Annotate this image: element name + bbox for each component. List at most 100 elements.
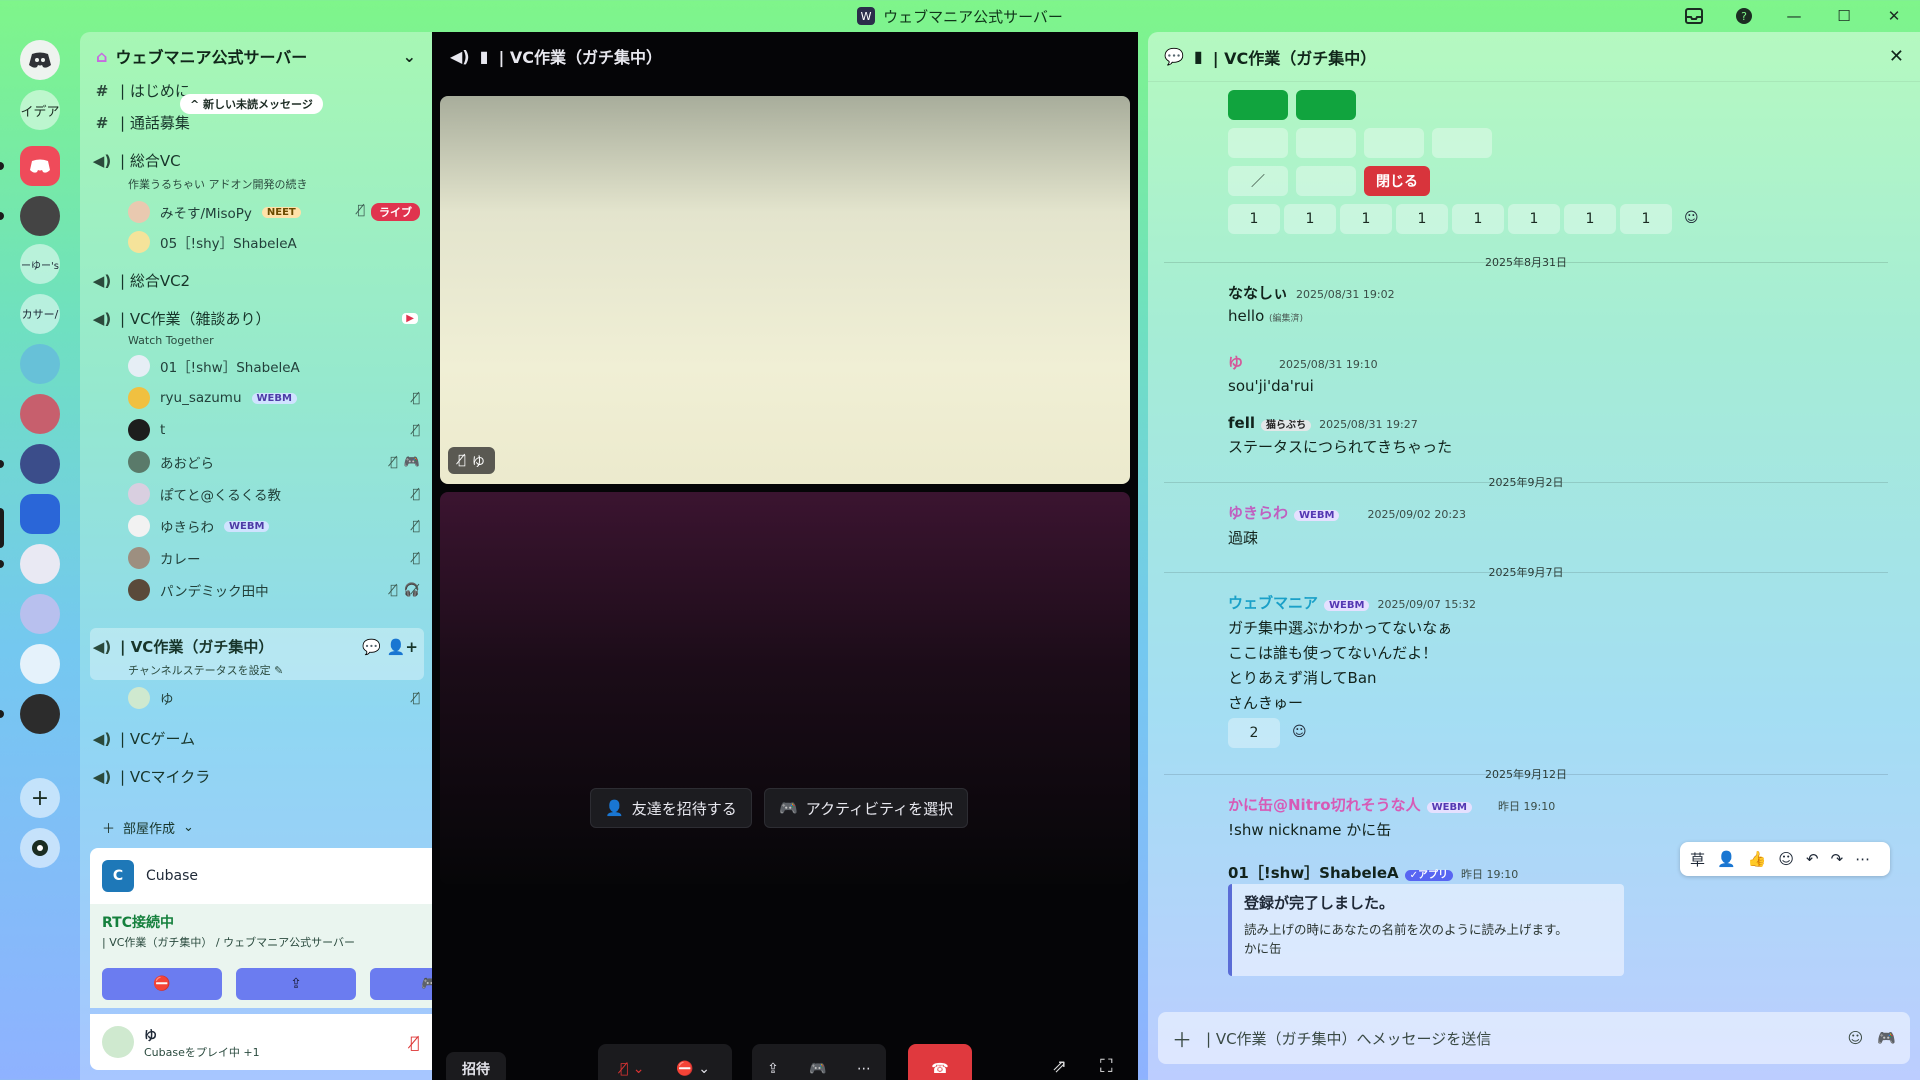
component-button[interactable] bbox=[1296, 128, 1356, 158]
server-header[interactable]: ⌂ ウェブマニア公式サーバー ⌄ bbox=[80, 32, 432, 80]
channel-vc-game[interactable]: ◀) | VCゲーム bbox=[92, 728, 418, 749]
component-button[interactable] bbox=[1228, 90, 1288, 120]
mic-muted-icon: 🎙̸ bbox=[412, 486, 420, 502]
reaction-count[interactable]: 1 bbox=[1284, 204, 1336, 234]
add-server-icon[interactable]: + bbox=[20, 778, 60, 818]
server-avatar-5[interactable] bbox=[20, 544, 60, 584]
discord-home-icon[interactable] bbox=[20, 40, 60, 80]
server-avatar-8[interactable] bbox=[20, 694, 60, 734]
mute-icon[interactable]: 🎙̸ bbox=[410, 1033, 420, 1052]
voice-user[interactable]: t 🎙̸ bbox=[128, 416, 420, 444]
reaction-count[interactable]: 1 bbox=[1396, 204, 1448, 234]
popout-icon[interactable]: ⇗ bbox=[1052, 1056, 1067, 1077]
voice-user[interactable]: ryu_sazumu WEBM 🎙̸ bbox=[128, 384, 420, 412]
add-reaction-icon[interactable]: ☺ bbox=[1684, 210, 1699, 226]
server-avatar-6[interactable] bbox=[20, 594, 60, 634]
add-attachment-icon[interactable]: ＋ bbox=[1172, 1024, 1192, 1053]
component-button[interactable] bbox=[1296, 90, 1356, 120]
voice-user-self[interactable]: ゆ 🎙̸ bbox=[128, 684, 420, 712]
voice-user[interactable]: あおどら 🎙̸ 🎮 bbox=[128, 448, 420, 476]
voice-user[interactable]: カレー 🎙̸ bbox=[128, 544, 420, 572]
reaction-person-icon[interactable]: 👤 bbox=[1717, 850, 1736, 868]
maximize-icon[interactable]: ☐ bbox=[1832, 4, 1856, 28]
invite-friends-button[interactable]: 👤 友達を招待する bbox=[590, 788, 752, 828]
reply-icon[interactable]: ↶ bbox=[1806, 850, 1819, 868]
add-member-icon[interactable]: 👤+ bbox=[387, 638, 418, 656]
reaction-thumbsup-icon[interactable]: 👍 bbox=[1748, 850, 1767, 868]
component-button[interactable] bbox=[1296, 166, 1356, 196]
channel-vc-minecraft[interactable]: ◀) | VCマイクラ bbox=[92, 766, 418, 787]
reaction-kusa-icon[interactable]: 草 bbox=[1690, 849, 1705, 870]
avatar[interactable] bbox=[102, 1026, 134, 1058]
discover-icon[interactable] bbox=[20, 828, 60, 868]
reaction-count[interactable]: 1 bbox=[1564, 204, 1616, 234]
chat-header: 💬 ▮ | VC作業（ガチ集中） ✕ bbox=[1148, 32, 1920, 82]
mic-muted-icon[interactable]: 🎙̸ ⌄ bbox=[620, 1061, 645, 1077]
chat-bubble-icon[interactable]: 💬 bbox=[362, 638, 381, 656]
new-unread-pill[interactable]: ^ 新しい未読メッセージ bbox=[180, 94, 323, 114]
close-window-icon[interactable]: ✕ bbox=[1882, 4, 1906, 28]
component-button[interactable] bbox=[1228, 128, 1288, 158]
server-avatar-7[interactable] bbox=[20, 644, 60, 684]
add-reaction-icon[interactable]: ☺ bbox=[1778, 850, 1794, 868]
more-icon[interactable]: ⋯ bbox=[857, 1061, 871, 1077]
component-button[interactable] bbox=[1432, 128, 1492, 158]
activity-icon[interactable]: 🎮 bbox=[809, 1061, 826, 1077]
server-discord-red[interactable] bbox=[20, 146, 60, 186]
reaction-count[interactable]: 1 bbox=[1340, 204, 1392, 234]
close-button[interactable]: 閉じる bbox=[1364, 166, 1430, 196]
server-yuu[interactable]: ーゆー's bbox=[20, 244, 60, 284]
message: ウェブマニア WEBM 2025/09/07 15:32 ガチ集中選ぶかわかってない… bbox=[1228, 594, 1477, 712]
channel-sogo-vc[interactable]: ◀) | 総合VC bbox=[92, 150, 418, 171]
add-reaction-icon[interactable]: ☺ bbox=[1292, 724, 1307, 740]
camera-button[interactable]: ⛔ bbox=[102, 968, 222, 1000]
component-button[interactable] bbox=[1364, 128, 1424, 158]
inbox-icon[interactable] bbox=[1682, 4, 1706, 28]
voice-user[interactable]: 01［!shw］ShabeleA bbox=[128, 352, 420, 380]
voice-user[interactable]: パンデミック田中 🎙̸ 🎧̸ bbox=[128, 576, 420, 604]
server-rail: イデア ーゆー's カサー/ + bbox=[0, 32, 80, 1080]
screen-share-icon[interactable]: ⇪ bbox=[767, 1061, 779, 1077]
voice-user[interactable]: ぽてと@くるくる教 🎙̸ bbox=[128, 480, 420, 508]
voice-user[interactable]: みそす/MisoPy NEET 🎙̸ ライブ bbox=[128, 198, 420, 226]
channel-vc-sagyo-zatsudan[interactable]: ◀) | VC作業（雑談あり） ▶ bbox=[92, 308, 418, 329]
message-input-bar: ＋ | VC作業（ガチ集中）へメッセージを送信 ☺ 🎮 bbox=[1158, 1012, 1910, 1064]
server-idea[interactable]: イデア bbox=[20, 90, 60, 130]
reaction-count[interactable]: 1 bbox=[1508, 204, 1560, 234]
camera-off-icon[interactable]: ⛔ ⌄ bbox=[676, 1061, 710, 1077]
more-icon[interactable]: ⋯ bbox=[1855, 850, 1870, 868]
server-avatar-3[interactable] bbox=[20, 394, 60, 434]
disconnect-button[interactable]: ☎ bbox=[908, 1044, 972, 1080]
slash-button[interactable]: ／ bbox=[1228, 166, 1288, 196]
minimize-icon[interactable]: — bbox=[1782, 4, 1806, 28]
channel-tsuwa[interactable]: # | 通話募集 bbox=[92, 112, 418, 133]
server-kasa[interactable]: カサー/ bbox=[20, 294, 60, 334]
channel-sogo-vc2[interactable]: ◀) | 総合VC2 bbox=[92, 270, 418, 291]
server-webmania[interactable] bbox=[20, 494, 60, 534]
set-channel-status[interactable]: チャンネルステータスを設定 ✎ bbox=[128, 662, 283, 678]
help-icon[interactable]: ? bbox=[1732, 4, 1756, 28]
voice-user[interactable]: ゆきらわ WEBM 🎙̸ bbox=[128, 512, 420, 540]
forward-icon[interactable]: ↷ bbox=[1831, 850, 1844, 868]
reaction-count[interactable]: 1 bbox=[1452, 204, 1504, 234]
reaction-count[interactable]: 1 bbox=[1228, 204, 1280, 234]
youtube-icon: ▶ bbox=[402, 313, 418, 324]
channel-vc-sagyo-gachi[interactable]: ◀) | VC作業（ガチ集中） 💬 👤+ bbox=[92, 636, 418, 657]
server-avatar-1[interactable] bbox=[20, 196, 60, 236]
video-tile-self[interactable]: 🎙̸ ゆ bbox=[440, 96, 1130, 484]
screen-share-button[interactable]: ⇪ bbox=[236, 968, 356, 1000]
message-input[interactable]: | VC作業（ガチ集中）へメッセージを送信 bbox=[1206, 1028, 1834, 1049]
emoji-icon[interactable]: ☺ bbox=[1848, 1029, 1864, 1047]
reaction-count[interactable]: 1 bbox=[1620, 204, 1672, 234]
close-icon[interactable]: ✕ bbox=[1889, 46, 1904, 67]
server-avatar-4[interactable] bbox=[20, 444, 60, 484]
fullscreen-icon[interactable]: ⛶ bbox=[1100, 1056, 1113, 1077]
channel-emoji-icon: ▮ bbox=[479, 46, 489, 66]
game-icon[interactable]: 🎮 bbox=[1877, 1029, 1896, 1047]
voice-user[interactable]: 05［!shy］ShabeleA bbox=[128, 228, 420, 256]
choose-activity-button[interactable]: 🎮 アクティビティを選択 bbox=[764, 788, 969, 828]
create-room-button[interactable]: ＋部屋作成 ⌄ bbox=[102, 818, 428, 837]
invite-button[interactable]: 招待 bbox=[446, 1052, 506, 1080]
server-avatar-2[interactable] bbox=[20, 344, 60, 384]
reaction-count[interactable]: 2 bbox=[1228, 718, 1280, 748]
